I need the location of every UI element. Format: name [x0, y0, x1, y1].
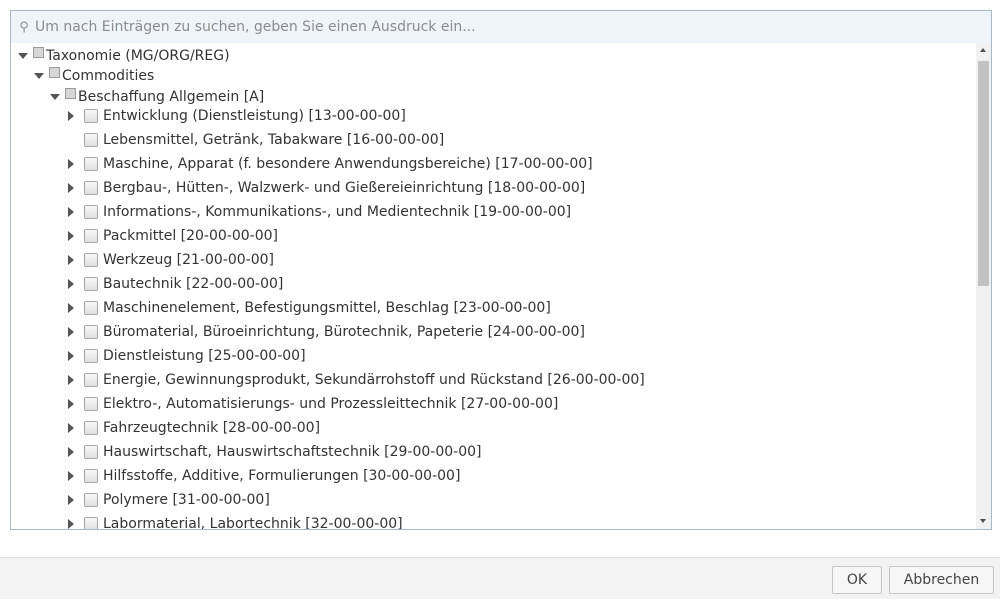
tree-item[interactable]: Packmittel [20-00-00-00]: [65, 226, 278, 246]
tree-item[interactable]: Polymere [31-00-00-00]: [65, 490, 270, 510]
expand-arrow-icon[interactable]: [65, 182, 77, 194]
taxonomy-tree: Taxonomie (MG/ORG/REG) Commodities Besch…: [10, 43, 992, 530]
tree-scroll-area: Taxonomie (MG/ORG/REG) Commodities Besch…: [11, 43, 976, 529]
tree-item-label: Polymere [31-00-00-00]: [103, 492, 270, 508]
item-checkbox[interactable]: [84, 421, 98, 435]
tree-item[interactable]: Maschinenelement, Befestigungsmittel, Be…: [65, 298, 551, 318]
tree-node-commodities[interactable]: Commodities: [33, 66, 154, 86]
scroll-down-arrow-icon[interactable]: [976, 515, 991, 529]
tree-item-label: Energie, Gewinnungsprodukt, Sekundärrohs…: [103, 372, 645, 388]
expand-arrow-icon[interactable]: [65, 254, 77, 266]
expand-arrow-icon[interactable]: [65, 494, 77, 506]
tree-item[interactable]: Elektro-, Automatisierungs- und Prozessl…: [65, 394, 558, 414]
tree-item[interactable]: Lebensmittel, Getränk, Tabakware [16-00-…: [65, 130, 444, 150]
search-input[interactable]: [35, 12, 991, 42]
tree-item[interactable]: Labormaterial, Labortechnik [32-00-00-00…: [65, 514, 403, 529]
item-checkbox[interactable]: [84, 181, 98, 195]
dialog-footer: OK Abbrechen: [0, 557, 1000, 599]
expand-arrow-icon[interactable]: [65, 302, 77, 314]
tree-item[interactable]: Werkzeug [21-00-00-00]: [65, 250, 274, 270]
tree-node-label: Commodities: [62, 68, 155, 84]
item-checkbox[interactable]: [84, 469, 98, 483]
tree-item-label: Labormaterial, Labortechnik [32-00-00-00…: [103, 516, 403, 529]
node-checkbox[interactable]: [65, 87, 76, 99]
tree-item-label: Entwicklung (Dienstleistung) [13-00-00-0…: [103, 108, 406, 124]
expand-toggle-icon[interactable]: [49, 91, 61, 103]
tree-item-label: Hauswirtschaft, Hauswirtschaftstechnik […: [103, 444, 482, 460]
tree-item-label: Fahrzeugtechnik [28-00-00-00]: [103, 420, 321, 436]
tree-item[interactable]: Maschine, Apparat (f. besondere Anwendun…: [65, 154, 593, 174]
item-checkbox[interactable]: [84, 301, 98, 315]
tree-item-label: Büromaterial, Büroeinrichtung, Bürotechn…: [103, 324, 585, 340]
expand-arrow-icon[interactable]: [65, 350, 77, 362]
expand-arrow-icon[interactable]: [65, 230, 77, 242]
tree-item[interactable]: Bautechnik [22-00-00-00]: [65, 274, 283, 294]
tree-item[interactable]: Fahrzeugtechnik [28-00-00-00]: [65, 418, 320, 438]
expand-arrow-icon[interactable]: [65, 518, 77, 529]
item-checkbox[interactable]: [84, 205, 98, 219]
expand-arrow-icon[interactable]: [65, 158, 77, 170]
item-checkbox[interactable]: [84, 397, 98, 411]
tree-item-label: Bautechnik [22-00-00-00]: [103, 276, 284, 292]
tree-item-label: Informations-, Kommunikations-, und Medi…: [103, 204, 572, 220]
item-checkbox[interactable]: [84, 109, 98, 123]
tree-node-root[interactable]: Taxonomie (MG/ORG/REG): [17, 46, 230, 66]
item-checkbox[interactable]: [84, 373, 98, 387]
expand-arrow-icon[interactable]: [65, 206, 77, 218]
expand-toggle-icon[interactable]: [33, 70, 45, 82]
expand-arrow-icon[interactable]: [65, 374, 77, 386]
expand-arrow-icon[interactable]: [65, 470, 77, 482]
item-checkbox[interactable]: [84, 517, 98, 529]
search-bar: ⚲: [10, 10, 992, 44]
item-checkbox[interactable]: [84, 133, 98, 147]
tree-item-label: Werkzeug [21-00-00-00]: [103, 252, 275, 268]
tree-item-label: Hilfsstoffe, Additive, Formulierungen [3…: [103, 468, 461, 484]
search-icon: ⚲: [19, 19, 29, 35]
vertical-scrollbar[interactable]: [976, 43, 991, 529]
expand-arrow-icon[interactable]: [65, 278, 77, 290]
expand-arrow-icon[interactable]: [65, 110, 77, 122]
tree-node-label: Beschaffung Allgemein [A]: [78, 89, 265, 105]
tree-node-beschaffung[interactable]: Beschaffung Allgemein [A]: [49, 87, 264, 107]
item-checkbox[interactable]: [84, 229, 98, 243]
tree-item[interactable]: Informations-, Kommunikations-, und Medi…: [65, 202, 571, 222]
tree-item[interactable]: Hilfsstoffe, Additive, Formulierungen [3…: [65, 466, 460, 486]
tree-item[interactable]: Hauswirtschaft, Hauswirtschaftstechnik […: [65, 442, 481, 462]
item-checkbox[interactable]: [84, 349, 98, 363]
expand-toggle-icon[interactable]: [17, 50, 29, 62]
item-checkbox[interactable]: [84, 445, 98, 459]
scroll-up-arrow-icon[interactable]: [976, 43, 991, 57]
tree-item-label: Lebensmittel, Getränk, Tabakware [16-00-…: [103, 132, 445, 148]
item-checkbox[interactable]: [84, 325, 98, 339]
tree-item-label: Bergbau-, Hütten-, Walzwerk- und Gießere…: [103, 180, 586, 196]
cancel-button[interactable]: Abbrechen: [889, 566, 994, 594]
node-checkbox[interactable]: [49, 66, 60, 78]
tree-item[interactable]: Büromaterial, Büroeinrichtung, Bürotechn…: [65, 322, 585, 342]
expand-arrow-icon[interactable]: [65, 398, 77, 410]
item-checkbox[interactable]: [84, 253, 98, 267]
expand-arrow-icon[interactable]: [65, 446, 77, 458]
item-checkbox[interactable]: [84, 493, 98, 507]
tree-node-label: Taxonomie (MG/ORG/REG): [46, 48, 230, 64]
tree-item[interactable]: Energie, Gewinnungsprodukt, Sekundärrohs…: [65, 370, 645, 390]
tree-item-label: Maschine, Apparat (f. besondere Anwendun…: [103, 156, 593, 172]
scrollbar-thumb[interactable]: [978, 61, 989, 286]
tree-item-label: Elektro-, Automatisierungs- und Prozessl…: [103, 396, 559, 412]
tree-item-label: Packmittel [20-00-00-00]: [103, 228, 278, 244]
tree-item[interactable]: Bergbau-, Hütten-, Walzwerk- und Gießere…: [65, 178, 585, 198]
item-checkbox[interactable]: [84, 277, 98, 291]
ok-button[interactable]: OK: [832, 566, 882, 594]
tree-item-label: Dienstleistung [25-00-00-00]: [103, 348, 306, 364]
expand-arrow-icon[interactable]: [65, 422, 77, 434]
expand-arrow-icon[interactable]: [65, 326, 77, 338]
item-checkbox[interactable]: [84, 157, 98, 171]
tree-item-label: Maschinenelement, Befestigungsmittel, Be…: [103, 300, 551, 316]
tree-item[interactable]: Dienstleistung [25-00-00-00]: [65, 346, 306, 366]
node-checkbox[interactable]: [33, 46, 44, 58]
tree-item[interactable]: Entwicklung (Dienstleistung) [13-00-00-0…: [65, 106, 406, 126]
